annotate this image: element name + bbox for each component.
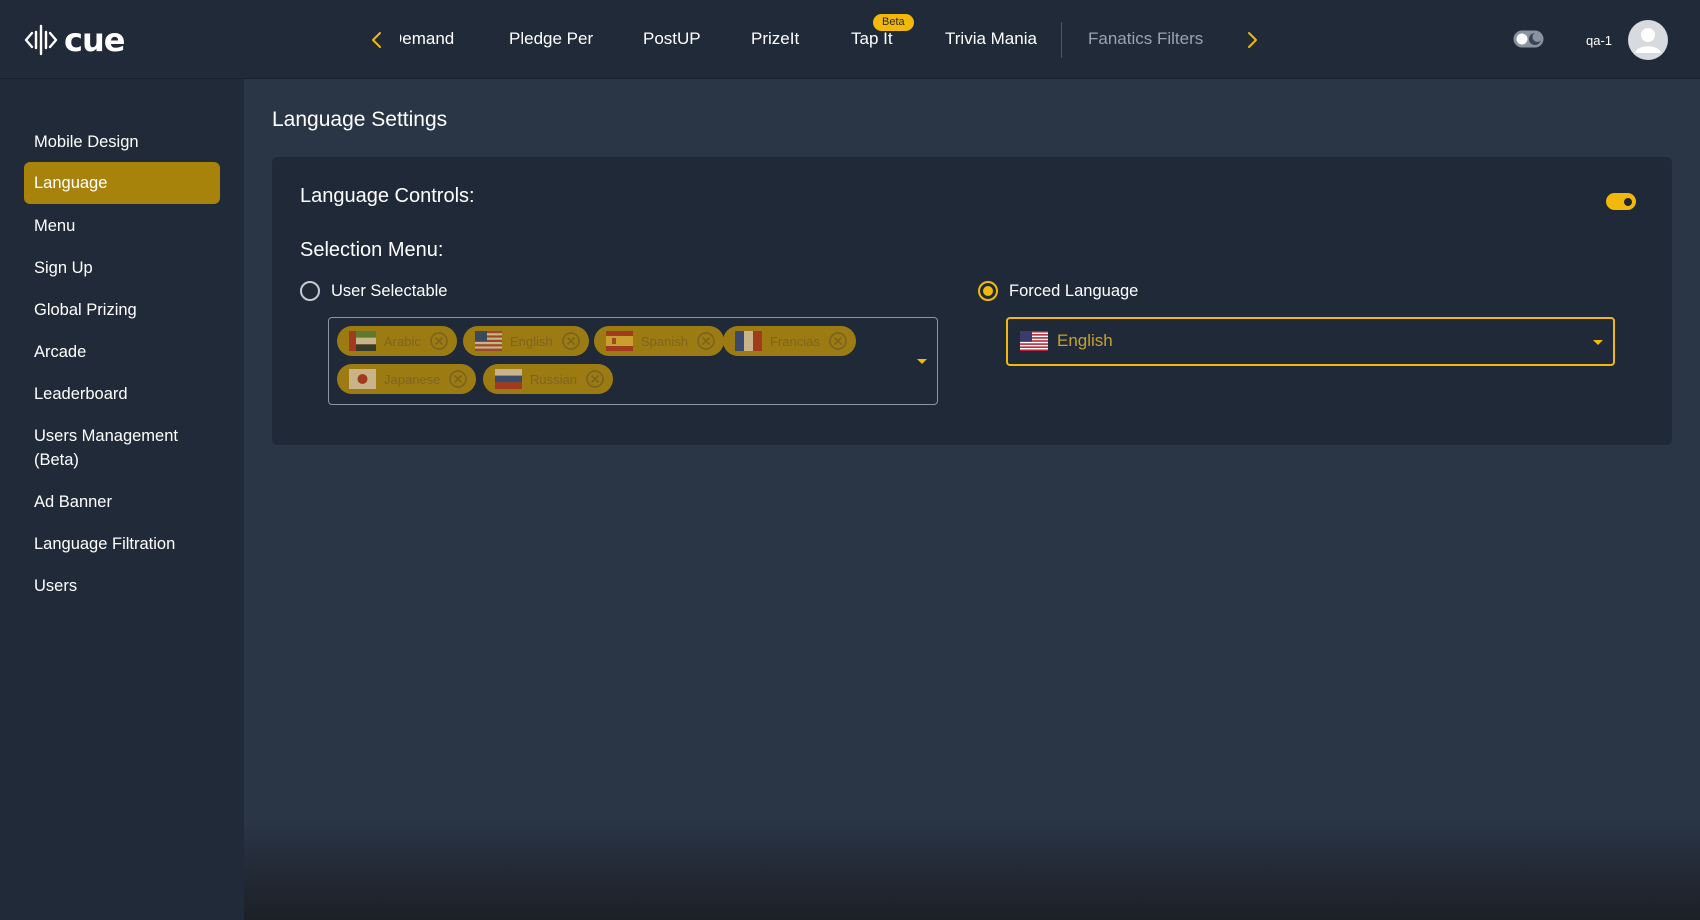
remove-chip-icon[interactable] (828, 331, 848, 351)
nav-item-postup[interactable]: PostUP (643, 29, 701, 49)
remove-chip-icon[interactable] (448, 369, 468, 389)
nav-item-trivia-mania[interactable]: Trivia Mania (945, 29, 1037, 49)
remove-chip-icon[interactable] (561, 331, 581, 351)
remove-chip-icon[interactable] (429, 331, 449, 351)
forced-language-select[interactable]: English (1006, 317, 1615, 366)
language-chip-russian: Russian (483, 364, 613, 394)
chip-label: Russian (530, 371, 577, 387)
page-title: Language Settings (272, 108, 448, 131)
sidebar-item-language-filtration[interactable]: Language Filtration (24, 532, 220, 556)
language-chip-japanese: Japanese (337, 364, 477, 394)
cue-waveform-icon (24, 24, 58, 56)
sidebar-item-users[interactable]: Users (24, 574, 220, 598)
cue-logo[interactable]: cue (24, 21, 125, 59)
user-selectable-radio-option[interactable]: User Selectable (300, 281, 447, 301)
chevron-left-icon (372, 32, 381, 48)
sidebar-item-menu[interactable]: Menu (24, 214, 220, 238)
france-flag-icon (735, 331, 762, 351)
remove-chip-icon[interactable] (585, 369, 605, 389)
sidebar-item-leaderboard[interactable]: Leaderboard (24, 382, 220, 406)
toggle-knob (1624, 197, 1632, 206)
chip-label: Arabic (384, 333, 421, 349)
nav-item-prizeit[interactable]: PrizeIt (751, 29, 799, 49)
theme-toggle[interactable] (1513, 29, 1544, 49)
language-chip-francias: Francias (723, 326, 856, 356)
dropdown-caret-icon[interactable] (1593, 340, 1603, 345)
forced-language-radio[interactable] (978, 281, 998, 301)
sidebar-item-arcade[interactable]: Arcade (24, 340, 220, 364)
language-controls-toggle[interactable] (1606, 193, 1636, 210)
nav-divider (1061, 22, 1062, 58)
user-name[interactable]: qa-1 (1586, 33, 1612, 48)
forced-language-value: English (1057, 331, 1113, 350)
sidebar: Mobile Design Language Menu Sign Up Glob… (0, 79, 244, 920)
nav-scroll-right-button[interactable] (1241, 26, 1265, 54)
sidebar-item-language[interactable]: Language (24, 162, 220, 204)
us-flag-icon (1020, 331, 1048, 351)
sidebar-item-sign-up[interactable]: Sign Up (24, 256, 220, 280)
nav-item-demand[interactable]: Demand (400, 29, 454, 49)
user-selectable-languages-select[interactable]: Arabic English Spanish Francias Japanese… (328, 317, 938, 405)
language-chip-spanish: Spanish (594, 326, 724, 356)
nav-item-pledge-per[interactable]: Pledge Per (509, 29, 593, 49)
chip-label: English (510, 333, 553, 349)
russia-flag-icon (495, 369, 522, 389)
user-selectable-radio[interactable] (300, 281, 320, 301)
nav-item-tap-it[interactable]: Tap It (851, 29, 893, 49)
beta-badge: Beta (873, 14, 914, 31)
language-controls-title: Language Controls: (300, 185, 475, 207)
japan-flag-icon (349, 369, 376, 389)
forced-language-label: Forced Language (1009, 281, 1139, 300)
dropdown-caret-icon[interactable] (917, 359, 927, 364)
chip-label: Francias (770, 333, 820, 349)
selection-menu-title: Selection Menu: (300, 239, 444, 261)
sidebar-item-global-prizing[interactable]: Global Prizing (24, 298, 220, 322)
language-chip-arabic: Arabic (337, 326, 457, 356)
dark-mode-toggle-icon (1513, 30, 1544, 48)
language-controls-card: Language Controls: Selection Menu: User … (272, 157, 1672, 445)
remove-chip-icon[interactable] (696, 331, 716, 351)
us-flag-icon (475, 331, 502, 351)
sidebar-item-ad-banner[interactable]: Ad Banner (24, 490, 220, 514)
spain-flag-icon (606, 331, 633, 351)
bottom-fade (244, 820, 1700, 920)
chip-label: Spanish (641, 333, 688, 349)
sidebar-item-mobile-design[interactable]: Mobile Design (24, 130, 220, 154)
user-avatar[interactable] (1628, 20, 1668, 60)
user-avatar-icon (1635, 28, 1661, 53)
chip-label: Japanese (384, 371, 441, 387)
logo-text: cue (64, 21, 125, 59)
nav-item-fanatics-filters[interactable]: Fanatics Filters (1088, 29, 1203, 49)
top-bar: cue Demand Pledge Per PostUP PrizeIt Tap… (0, 0, 1700, 79)
sidebar-item-users-management[interactable]: Users Management (Beta) (24, 424, 220, 472)
nav-scroll-left-button[interactable] (364, 26, 388, 54)
top-nav: Demand Pledge Per PostUP PrizeIt Tap It … (400, 0, 1230, 79)
user-selectable-label: User Selectable (331, 281, 448, 300)
forced-language-radio-option[interactable]: Forced Language (978, 281, 1138, 301)
chevron-right-icon (1248, 32, 1257, 48)
language-chip-english: English (463, 326, 589, 356)
uae-flag-icon (349, 331, 376, 351)
